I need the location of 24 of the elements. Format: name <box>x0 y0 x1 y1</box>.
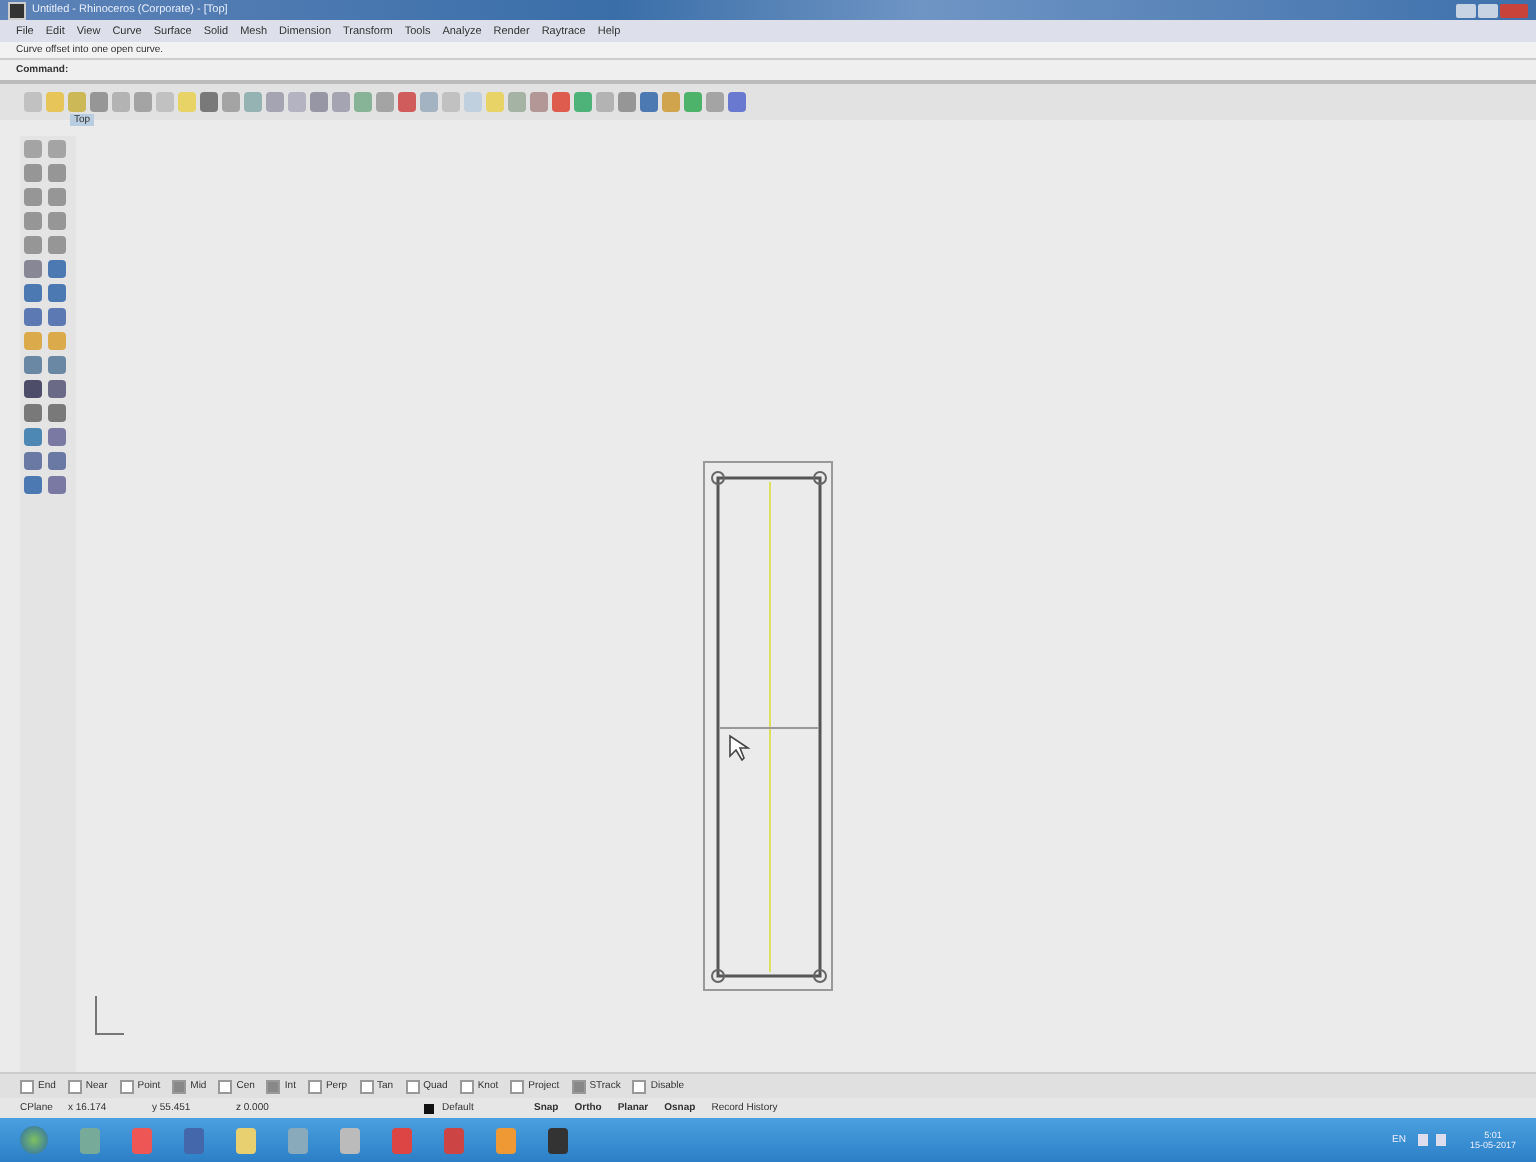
osnap-checkbox[interactable] <box>571 1079 586 1093</box>
taskbar-app-icon[interactable] <box>184 1127 204 1153</box>
maximize-button[interactable] <box>1478 3 1498 17</box>
taskbar-app-icon[interactable] <box>236 1127 256 1153</box>
start-button[interactable] <box>20 1126 48 1154</box>
osnap-checkbox[interactable] <box>119 1079 134 1093</box>
horizontal-line <box>719 727 819 729</box>
osnap-checkbox[interactable] <box>20 1079 34 1093</box>
osnap-checkbox[interactable] <box>405 1079 420 1093</box>
osnap-checkbox[interactable] <box>266 1079 281 1093</box>
layer-swatch-icon <box>424 1103 434 1113</box>
osnap-checkbox[interactable] <box>510 1079 525 1093</box>
osnap-checkbox[interactable] <box>632 1079 647 1093</box>
osnap-checkbox[interactable] <box>359 1079 374 1093</box>
osnap-checkbox[interactable] <box>459 1079 474 1093</box>
osnap-checkbox[interactable] <box>307 1079 322 1093</box>
osnap-checkbox[interactable] <box>218 1079 233 1093</box>
taskbar-app-icon[interactable] <box>548 1127 568 1153</box>
rhino-app-icon <box>8 1 26 19</box>
osnap-checkbox[interactable] <box>67 1079 82 1093</box>
axis-icon <box>95 995 125 1035</box>
osnap-checkbox[interactable] <box>172 1079 187 1093</box>
cursor-arrow-icon <box>729 734 751 762</box>
minimize-button[interactable] <box>1456 3 1476 17</box>
